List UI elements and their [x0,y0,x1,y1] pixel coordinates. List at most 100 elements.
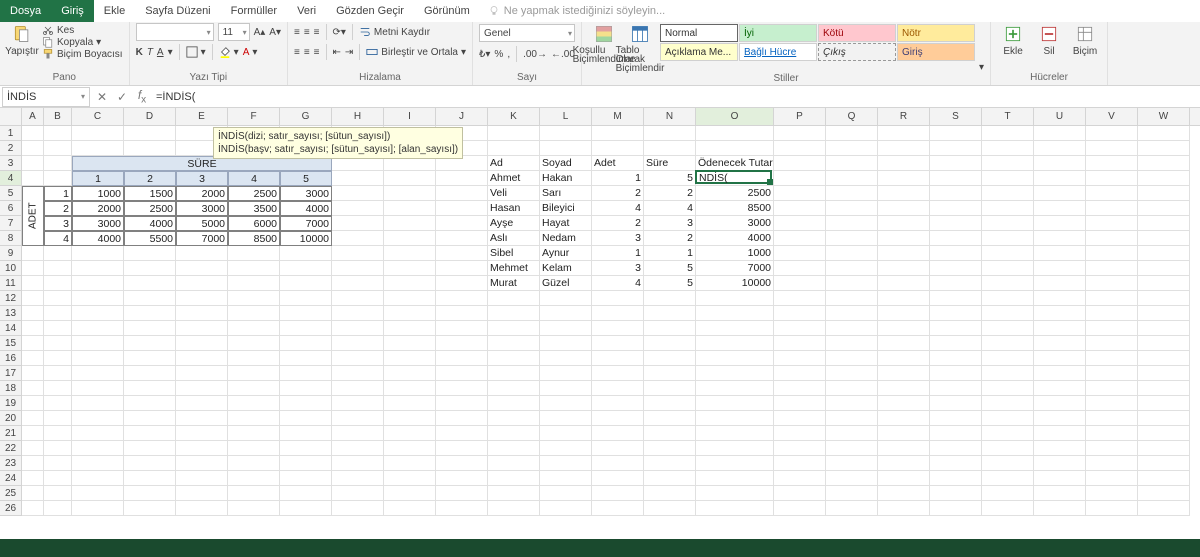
cell-S6[interactable] [930,201,982,216]
cell-U1[interactable] [1034,126,1086,141]
paste-button[interactable]: Yapıştır [6,24,38,57]
cell-V17[interactable] [1086,366,1138,381]
cell-B8[interactable]: 4 [44,231,72,246]
cell-Q17[interactable] [826,366,878,381]
cell-E12[interactable] [176,291,228,306]
active-cell[interactable]: NDİS( [695,170,772,184]
cell-G5[interactable]: 3000 [280,186,332,201]
col-header-S[interactable]: S [930,108,982,125]
cell-C18[interactable] [72,381,124,396]
cell-A10[interactable] [22,261,44,276]
cell-G20[interactable] [280,411,332,426]
cell-U3[interactable] [1034,156,1086,171]
cell-D14[interactable] [124,321,176,336]
cell-T3[interactable] [982,156,1034,171]
cell-U21[interactable] [1034,426,1086,441]
style-good[interactable]: İyi [739,24,817,42]
cell-V18[interactable] [1086,381,1138,396]
cell-H15[interactable] [332,336,384,351]
cell-E17[interactable] [176,366,228,381]
cell-K3[interactable]: Ad [488,156,540,171]
cell-T19[interactable] [982,396,1034,411]
cell-K9[interactable]: Sibel [488,246,540,261]
cell-R17[interactable] [878,366,930,381]
cell-D26[interactable] [124,501,176,516]
cell-M8[interactable]: 3 [592,231,644,246]
cell-P5[interactable] [774,186,826,201]
cell-E21[interactable] [176,426,228,441]
cell-N16[interactable] [644,351,696,366]
cell-W26[interactable] [1138,501,1190,516]
cell-K23[interactable] [488,456,540,471]
cell-B12[interactable] [44,291,72,306]
cell-B24[interactable] [44,471,72,486]
cell-C22[interactable] [72,441,124,456]
cell-Q1[interactable] [826,126,878,141]
cell-L2[interactable] [540,141,592,156]
cell-A26[interactable] [22,501,44,516]
cell-B23[interactable] [44,456,72,471]
col-header-L[interactable]: L [540,108,592,125]
cell-Q12[interactable] [826,291,878,306]
cell-S25[interactable] [930,486,982,501]
cell-T22[interactable] [982,441,1034,456]
cell-T2[interactable] [982,141,1034,156]
cell-D12[interactable] [124,291,176,306]
cell-L18[interactable] [540,381,592,396]
cell-S1[interactable] [930,126,982,141]
cell-F11[interactable] [228,276,280,291]
cell-V6[interactable] [1086,201,1138,216]
cell-A19[interactable] [22,396,44,411]
cell-A20[interactable] [22,411,44,426]
cell-N9[interactable]: 1 [644,246,696,261]
cell-W2[interactable] [1138,141,1190,156]
cell-K18[interactable] [488,381,540,396]
cell-F4[interactable]: 4 [228,171,280,186]
cell-Q20[interactable] [826,411,878,426]
cell-B25[interactable] [44,486,72,501]
cell-U8[interactable] [1034,231,1086,246]
cell-K13[interactable] [488,306,540,321]
cell-W23[interactable] [1138,456,1190,471]
cell-B13[interactable] [44,306,72,321]
cell-J25[interactable] [436,486,488,501]
cell-W6[interactable] [1138,201,1190,216]
cell-R9[interactable] [878,246,930,261]
cell-D11[interactable] [124,276,176,291]
cell-T20[interactable] [982,411,1034,426]
bold-button[interactable]: K [136,47,143,58]
cell-F15[interactable] [228,336,280,351]
cell-O18[interactable] [696,381,774,396]
cell-U12[interactable] [1034,291,1086,306]
style-input[interactable]: Giriş [897,43,975,61]
cell-H17[interactable] [332,366,384,381]
cell-J23[interactable] [436,456,488,471]
cell-U11[interactable] [1034,276,1086,291]
row-header-4[interactable]: 4 [0,171,22,186]
cell-L6[interactable]: Bileyici [540,201,592,216]
cell-Q23[interactable] [826,456,878,471]
decrease-indent-button[interactable]: ⇤ [333,47,341,58]
cell-O10[interactable]: 7000 [696,261,774,276]
cell-Q26[interactable] [826,501,878,516]
cell-S3[interactable] [930,156,982,171]
cell-G18[interactable] [280,381,332,396]
formula-input[interactable] [152,91,1200,103]
cell-V20[interactable] [1086,411,1138,426]
cell-P18[interactable] [774,381,826,396]
copy-button[interactable]: Kopyala ▾ [42,36,123,48]
cell-B20[interactable] [44,411,72,426]
cell-L1[interactable] [540,126,592,141]
cell-P12[interactable] [774,291,826,306]
cell-N17[interactable] [644,366,696,381]
col-header-N[interactable]: N [644,108,696,125]
cell-T10[interactable] [982,261,1034,276]
cell-W7[interactable] [1138,216,1190,231]
cell-T23[interactable] [982,456,1034,471]
cell-B3[interactable] [44,156,72,171]
cell-M19[interactable] [592,396,644,411]
cell-K24[interactable] [488,471,540,486]
cell-V14[interactable] [1086,321,1138,336]
cell-N7[interactable]: 3 [644,216,696,231]
cell-R1[interactable] [878,126,930,141]
